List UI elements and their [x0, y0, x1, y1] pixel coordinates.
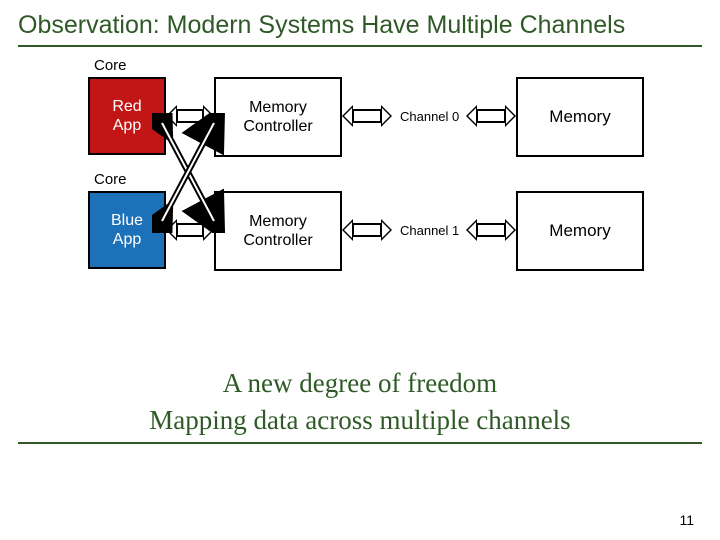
- channel-0-label: Channel 0: [400, 109, 459, 124]
- arrow-mc1-mem1: [342, 219, 392, 241]
- cross-arrows: [152, 113, 232, 233]
- mc0-label: Memory Controller: [243, 98, 312, 136]
- title-divider: [18, 45, 702, 47]
- blue-app-label: Blue App: [111, 211, 143, 249]
- arrow-mc0-mem0: [342, 105, 392, 127]
- mc1-label: Memory Controller: [243, 212, 312, 250]
- caption: A new degree of freedom Mapping data acr…: [18, 365, 702, 438]
- slide-title: Observation: Modern Systems Have Multipl…: [18, 10, 702, 41]
- core-label-1: Core: [94, 171, 127, 188]
- arrow-ch1-mem1: [466, 219, 516, 241]
- mem-controller-1: Memory Controller: [214, 191, 342, 271]
- red-app-label: Red App: [112, 97, 141, 135]
- memory-1: Memory: [516, 191, 644, 271]
- diagram: Core Red App Memory Controller Channel 0…: [88, 57, 688, 337]
- arrow-ch0-mem0: [466, 105, 516, 127]
- page-number: 11: [679, 512, 694, 528]
- mem-controller-0: Memory Controller: [214, 77, 342, 157]
- mem1-label: Memory: [549, 221, 610, 241]
- memory-0: Memory: [516, 77, 644, 157]
- core-label-0: Core: [94, 57, 127, 74]
- mem0-label: Memory: [549, 107, 610, 127]
- bottom-divider: [18, 442, 702, 444]
- channel-1-label: Channel 1: [400, 223, 459, 238]
